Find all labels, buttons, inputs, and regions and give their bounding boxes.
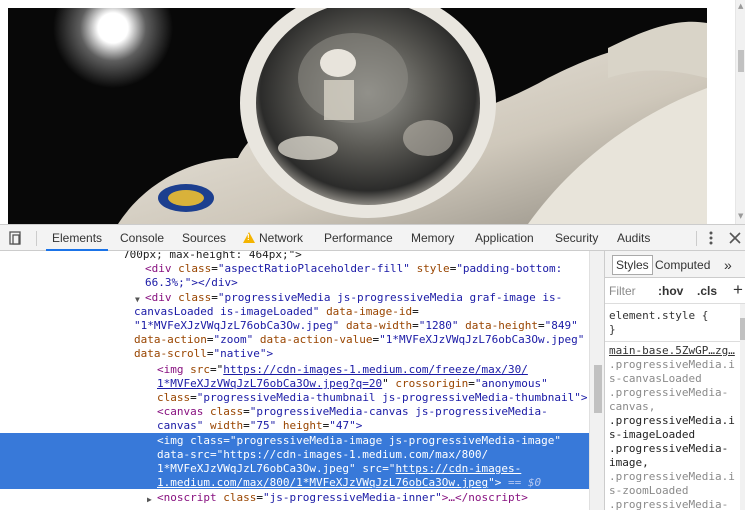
selector-text-matched: .progressiveMedia.i — [609, 414, 735, 427]
src-link[interactable]: https://cdn-images- — [395, 462, 521, 475]
selector-text: .progressiveMedia- — [609, 498, 729, 510]
selector-text: canvas, — [609, 400, 656, 413]
device-toggle-icon[interactable] — [8, 229, 26, 247]
dom-line[interactable]: <canvas class="progressiveMedia-canvas j… — [157, 405, 548, 419]
selector-text: s-zoomLoaded — [609, 484, 689, 497]
scroll-down-icon[interactable]: ▼ — [738, 212, 743, 220]
dom-line[interactable]: <div class="aspectRatioPlaceholder-fill"… — [145, 262, 562, 276]
dom-line[interactable]: 700px; max-height: 464px;"> — [123, 251, 302, 262]
selector-text-matched: image, — [609, 456, 649, 469]
dom-line[interactable]: 1*MVFeXJzVWqJzL76obCa3Ow.jpeg" src="http… — [157, 462, 521, 476]
selector-text-matched: .progressiveMedia- — [609, 442, 729, 455]
toolbar-divider — [696, 231, 697, 246]
more-tabs-icon[interactable]: » — [724, 257, 732, 273]
element-style-rule[interactable]: element.style { — [609, 309, 708, 323]
rule-close-brace: } — [609, 323, 616, 336]
page-scrollbar-thumb[interactable] — [738, 50, 744, 72]
cls-toggle-button[interactable]: .cls — [697, 284, 717, 298]
selector-text: .progressiveMedia.i — [609, 470, 735, 483]
dom-line[interactable]: 1*MVFeXJzVWqJzL76obCa3Ow.jpeg?q=20" cros… — [157, 377, 548, 391]
filter-input[interactable]: Filter — [609, 284, 636, 298]
selector-text: .progressiveMedia.i — [609, 358, 735, 371]
styles-scrollbar[interactable] — [740, 304, 745, 510]
console-ref-badge: == $0 — [508, 476, 542, 489]
stylesheet-source-link[interactable]: main-base.5ZwGP…zg… — [609, 344, 735, 358]
tab-elements[interactable]: Elements — [46, 225, 109, 251]
tab-styles[interactable]: Styles — [612, 255, 653, 275]
dom-line[interactable]: canvas" width="75" height="47"> — [157, 419, 362, 433]
dom-line[interactable]: data-scroll="native"> — [134, 347, 273, 361]
tab-performance[interactable]: Performance — [324, 225, 393, 251]
dom-line[interactable]: "1*MVFeXJzVWqJzL76obCa3Ow.jpeg" data-wid… — [134, 319, 578, 333]
tab-security[interactable]: Security — [555, 225, 598, 251]
devtools-toolbar: Elements Console Sources ! Network Perfor… — [0, 224, 745, 251]
dom-line[interactable]: <img class="progressiveMedia-image js-pr… — [157, 434, 561, 448]
rule-divider — [605, 341, 740, 342]
tab-memory[interactable]: Memory — [411, 225, 454, 251]
tab-network-label: Network — [259, 231, 304, 245]
more-options-icon[interactable] — [702, 229, 720, 247]
tab-application[interactable]: Application — [475, 225, 534, 251]
close-icon[interactable] — [726, 229, 744, 247]
tab-console[interactable]: Console — [120, 225, 164, 251]
selector-text: .progressiveMedia- — [609, 386, 729, 399]
devtools-panel: Elements Console Sources ! Network Perfor… — [0, 224, 745, 510]
selector-text: s-canvasLoaded — [609, 372, 702, 385]
dom-line[interactable]: <img src="https://cdn-images-1.medium.co… — [157, 363, 528, 377]
dom-line[interactable]: <noscript class="js-progressiveMedia-inn… — [157, 491, 528, 505]
elements-dom-tree[interactable]: 700px; max-height: 464px;"> <div class="… — [0, 251, 604, 510]
dom-line[interactable]: <div class="progressiveMedia js-progress… — [145, 291, 562, 305]
sidebar-tabs: Styles Computed » — [605, 251, 745, 278]
dom-line[interactable]: 1.medium.com/max/800/1*MVFeXJzVWqJzL76ob… — [157, 476, 541, 490]
tab-network[interactable]: ! Network — [243, 225, 303, 251]
scroll-up-icon[interactable]: ▲ — [738, 2, 743, 10]
add-rule-icon[interactable]: + — [733, 280, 743, 300]
elements-scrollbar-thumb[interactable] — [594, 365, 602, 413]
tab-computed[interactable]: Computed — [655, 257, 710, 273]
astronaut-selfie-image[interactable] — [8, 8, 707, 224]
styles-sidebar: Styles Computed » Filter :hov .cls + ele… — [604, 251, 745, 510]
dom-line[interactable]: canvasLoaded is-imageLoaded" data-image-… — [134, 305, 419, 319]
page-viewport: ▲ ▼ — [0, 0, 745, 224]
tab-sources[interactable]: Sources — [182, 225, 226, 251]
elements-scrollbar[interactable] — [589, 251, 604, 510]
toolbar-divider — [36, 231, 37, 246]
warning-icon: ! — [243, 232, 255, 243]
src-link[interactable]: 1*MVFeXJzVWqJzL76obCa3Ow.jpeg?q=20 — [157, 377, 382, 390]
dom-line[interactable]: data-src="https://cdn-images-1.medium.co… — [157, 448, 488, 462]
selected-dom-node[interactable]: <img class="progressiveMedia-image js-pr… — [0, 433, 589, 489]
src-link[interactable]: 1.medium.com/max/800/1*MVFeXJzVWqJzL76ob… — [157, 476, 488, 489]
styles-filter-row: Filter :hov .cls + — [605, 278, 745, 304]
astronaut-illustration — [118, 8, 707, 224]
expand-triangle-icon[interactable]: ▶ — [147, 493, 152, 507]
selector-text-matched: s-imageLoaded — [609, 428, 696, 441]
dom-line[interactable]: data-action="zoom" data-action-value="1*… — [134, 333, 584, 347]
page-scrollbar[interactable]: ▲ ▼ — [735, 0, 745, 224]
dom-line[interactable]: 66.3%;"></div> — [145, 276, 238, 290]
src-link[interactable]: https://cdn-images-1.medium.com/freeze/m… — [223, 363, 528, 376]
tab-audits[interactable]: Audits — [617, 225, 650, 251]
styles-scrollbar-thumb[interactable] — [740, 318, 745, 340]
dom-line[interactable]: class="progressiveMedia-thumbnail js-pro… — [157, 391, 587, 405]
hov-toggle-button[interactable]: :hov — [658, 284, 683, 298]
